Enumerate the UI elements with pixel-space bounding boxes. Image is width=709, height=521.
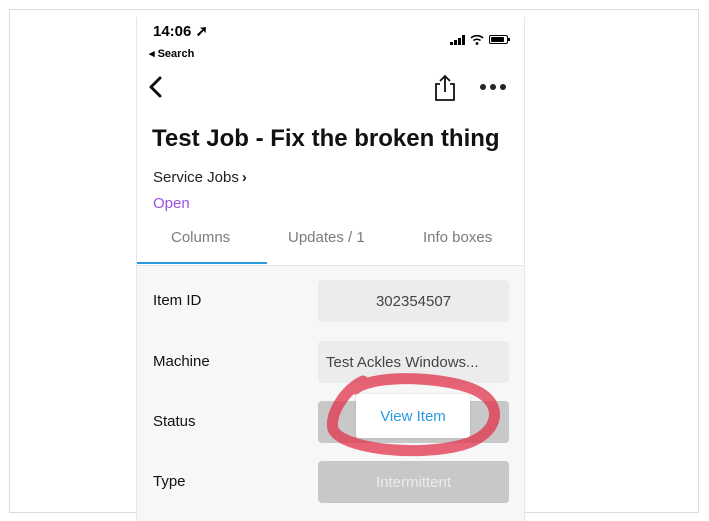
more-icon[interactable] [480,84,506,90]
tab-updates[interactable]: Updates / 1 [288,229,365,246]
field-value-machine[interactable]: Test Ackles Windows... [318,341,509,383]
field-label-type: Type [153,473,186,490]
battery-icon [489,35,510,44]
field-value-type[interactable]: Intermittent [318,461,509,503]
board-link[interactable]: Service Jobs › [153,169,247,186]
field-label-status: Status [153,413,196,430]
chevron-right-icon: › [241,169,247,186]
signal-icon [450,34,465,45]
field-label-machine: Machine [153,353,210,370]
tab-columns[interactable]: Columns [171,229,230,246]
group-label: Open [153,195,190,212]
field-value-item-id: 302354507 [318,280,509,322]
phone-screen: 14:06 ➚ ◂ Search Test Job - Fix the brok… [136,17,525,521]
wifi-icon [470,34,484,45]
view-item-popup[interactable]: View Item [356,394,470,438]
status-time: 14:06 ➚ [153,23,209,40]
location-arrow-icon: ➚ [195,23,209,40]
item-title: Test Job - Fix the broken thing [152,125,500,152]
back-to-search-link[interactable]: ◂ Search [149,47,194,60]
tab-bar: Columns Updates / 1 Info boxes [137,225,524,266]
field-label-item-id: Item ID [153,292,202,309]
active-tab-indicator [137,262,267,264]
tab-info-boxes[interactable]: Info boxes [423,229,492,246]
share-icon[interactable] [433,74,457,102]
chevron-left-icon[interactable] [147,74,165,100]
status-icons [450,34,510,45]
back-triangle-icon: ◂ [149,48,155,60]
